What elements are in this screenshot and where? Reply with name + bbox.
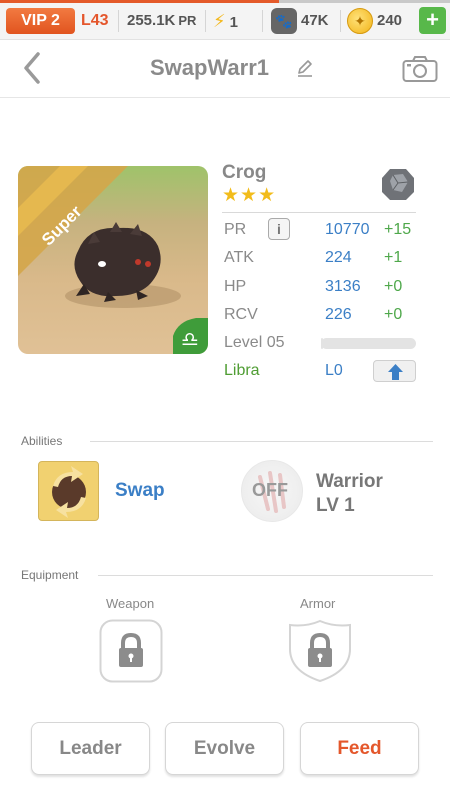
back-button[interactable]: [18, 50, 46, 86]
lock-icon: [99, 619, 163, 683]
energy-counter[interactable]: ⚡ 1: [213, 8, 238, 36]
xp-progress-fill: [321, 338, 323, 349]
evolve-button[interactable]: Evolve: [165, 722, 284, 775]
paw-count: 47K: [301, 12, 329, 29]
level-label: Level 05: [224, 334, 285, 351]
stat-delta-rcv: +0: [384, 306, 403, 323]
team-power-value: 255.1K: [127, 12, 176, 29]
armor-slot[interactable]: [288, 619, 352, 683]
abilities-section-label: Abilities: [21, 434, 63, 448]
edit-name-button[interactable]: [295, 58, 315, 78]
monster-portrait[interactable]: ♎: [18, 166, 208, 354]
vip-badge[interactable]: VIP 2: [6, 8, 75, 34]
pencil-icon: [298, 60, 312, 77]
swap-icon: [52, 466, 86, 518]
info-button[interactable]: i: [268, 218, 290, 240]
rock-element-icon[interactable]: [380, 166, 416, 202]
camera-icon: [402, 56, 438, 82]
stat-label-hp: HP: [224, 278, 247, 295]
feed-button[interactable]: Feed: [300, 722, 419, 775]
arrow-up-icon: [388, 364, 403, 380]
weapon-label: Weapon: [106, 596, 155, 611]
monster-artwork: ♎: [18, 166, 208, 354]
leader-button[interactable]: Leader: [31, 722, 150, 775]
stat-delta-hp: +0: [384, 278, 403, 295]
equipment-divider: [98, 575, 433, 576]
stat-label-pr: PR: [224, 221, 247, 238]
abilities-divider: [90, 441, 433, 442]
lock-icon: [289, 619, 351, 683]
divider: [205, 10, 206, 32]
status-accent: [0, 0, 450, 3]
energy-value: 1: [229, 14, 238, 31]
player-level: L43: [81, 12, 109, 29]
paw-icon: 🐾: [271, 8, 297, 34]
xp-progress-bar: [321, 338, 416, 349]
team-power-unit: PR: [178, 13, 197, 28]
passive-ability-name: Warrior: [316, 471, 383, 492]
zodiac-level: L0: [325, 362, 343, 379]
camera-button[interactable]: [402, 55, 438, 83]
passive-ability-level: LV 1: [316, 495, 355, 516]
stat-value-hp: 3136: [325, 278, 361, 295]
divider: [262, 10, 263, 32]
stats-divider: [222, 212, 416, 213]
equipment-section-label: Equipment: [21, 568, 79, 582]
swap-ability-icon[interactable]: [38, 461, 99, 521]
monster-name: Crog: [222, 162, 267, 183]
chevron-left-icon: [24, 52, 40, 84]
stat-value-atk: 224: [325, 249, 352, 266]
coin-icon: ✦: [347, 8, 373, 34]
divider: [340, 10, 341, 32]
rock-gem-icon: [382, 169, 414, 200]
team-power: 255.1K PR: [127, 8, 196, 34]
stat-label-rcv: RCV: [224, 306, 258, 323]
coin-count: 240: [377, 12, 403, 29]
svg-text:♎: ♎: [181, 327, 199, 351]
stat-delta-pr: +15: [384, 221, 412, 238]
add-coins-button[interactable]: +: [419, 7, 446, 34]
lightning-icon: ⚡: [213, 11, 226, 31]
stat-value-rcv: 226: [325, 306, 352, 323]
zodiac-label: Libra: [224, 362, 260, 379]
active-ability-name[interactable]: Swap: [115, 480, 165, 502]
zodiac-upgrade-button[interactable]: [373, 360, 416, 382]
divider: [118, 10, 119, 32]
star-rating: ★★★: [222, 185, 277, 206]
weapon-slot[interactable]: [99, 619, 163, 683]
page-title: SwapWarr1: [150, 55, 270, 80]
stat-delta-atk: +1: [384, 249, 403, 266]
stat-label-atk: ATK: [224, 249, 254, 266]
stat-value-pr: 10770: [325, 221, 370, 238]
armor-label: Armor: [300, 596, 336, 611]
passive-ability-text: Warrior LV 1: [316, 470, 383, 518]
passive-ability-state: OFF: [252, 480, 288, 500]
